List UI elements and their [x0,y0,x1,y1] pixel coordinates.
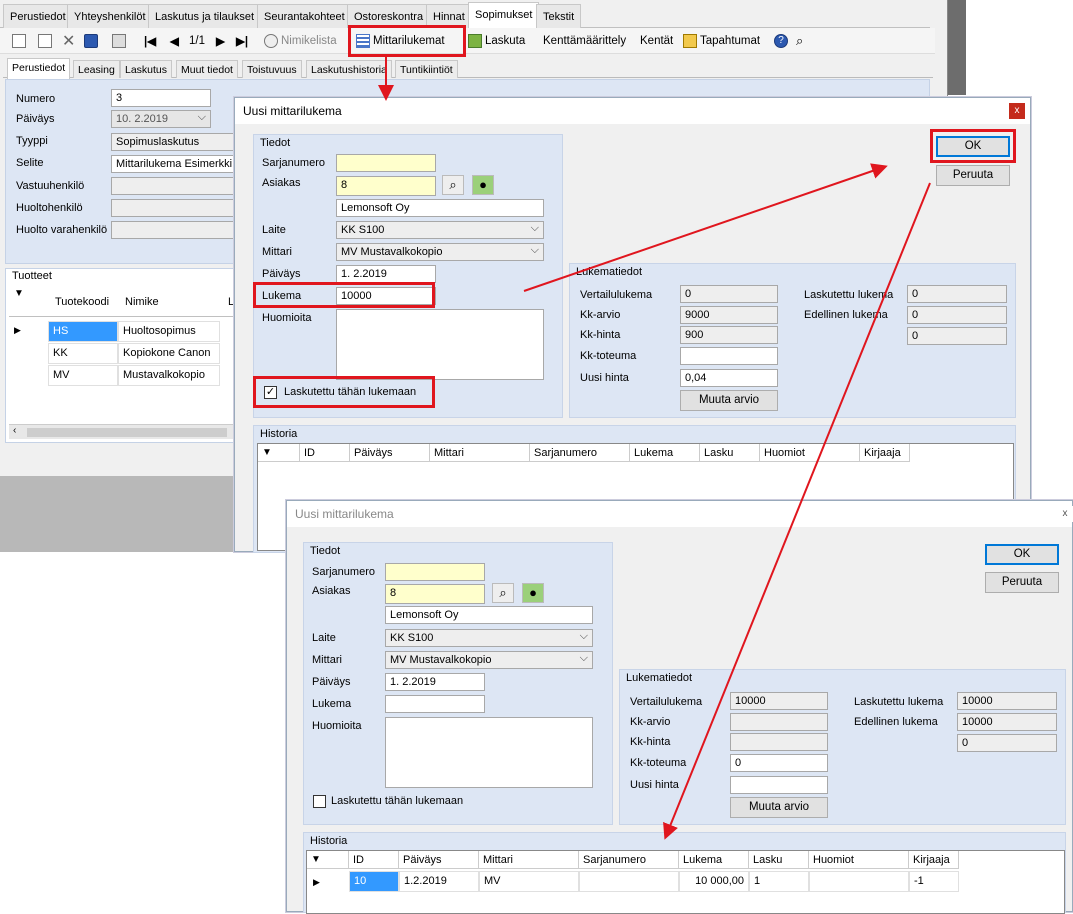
annotation-arrows [378,57,931,840]
arrow-to-ok [523,163,888,292]
arrow-to-history [663,182,931,840]
